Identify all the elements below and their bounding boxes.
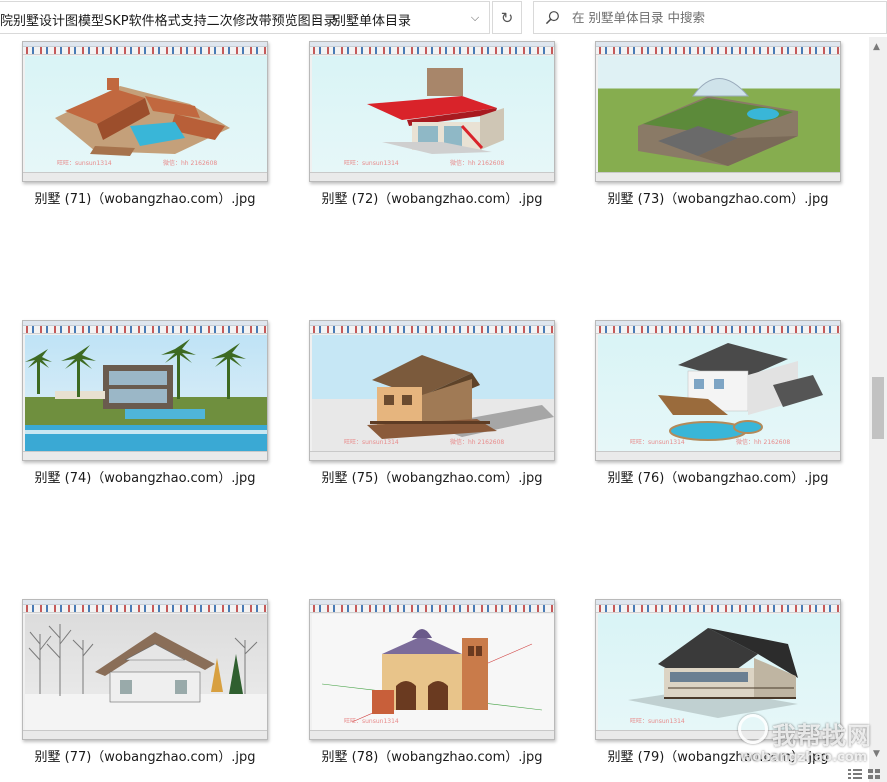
- file-grid: 旺旺：sunsun1314 微信：hh 2162608 别墅 (71)（woba…: [0, 37, 869, 782]
- villa-model-image: [638, 78, 798, 166]
- model-viewport: [598, 56, 840, 172]
- sketchup-statusbar: [23, 451, 267, 460]
- sketchup-toolbar: [596, 47, 840, 55]
- file-name-label[interactable]: 别墅 (72)（wobangzhao.com）.jpg: [287, 188, 577, 207]
- magnifier-logo-icon: [738, 714, 768, 744]
- search-box[interactable]: [533, 1, 887, 34]
- villa-model-image: [367, 68, 504, 154]
- thumbnail-watermark: 微信：hh 2162608: [163, 160, 218, 167]
- sketchup-toolbar: [310, 605, 554, 613]
- file-item-72[interactable]: 旺旺：sunsun1314 微信：hh 2162608 别墅 (72)（woba…: [287, 37, 555, 217]
- model-viewport: [312, 335, 554, 451]
- address-history-dropdown-icon[interactable]: ⌵: [461, 2, 489, 33]
- sketchup-statusbar: [310, 451, 554, 460]
- file-thumbnail[interactable]: 旺旺：sunsun1314 微信：hh 2162608: [595, 320, 841, 461]
- watermark-site-url: wobangzhao.com: [740, 750, 868, 765]
- thumbnail-watermark: 旺旺：sunsun1314: [57, 160, 112, 167]
- model-viewport: [25, 335, 267, 451]
- file-name-label[interactable]: 别墅 (75)（wobangzhao.com）.jpg: [287, 467, 577, 486]
- refresh-icon: ↻: [500, 8, 514, 27]
- thumbnail-watermark: 旺旺：sunsun1314: [344, 439, 399, 446]
- file-name-label[interactable]: 别墅 (71)（wobangzhao.com）.jpg: [0, 188, 290, 207]
- file-item-73[interactable]: 别墅 (73)（wobangzhao.com）.jpg: [573, 37, 841, 217]
- file-item-76[interactable]: 旺旺：sunsun1314 微信：hh 2162608 别墅 (76)（woba…: [573, 316, 841, 496]
- thumbnail-watermark: 旺旺：sunsun1314: [344, 160, 399, 167]
- file-name-label[interactable]: 别墅 (76)（wobangzhao.com）.jpg: [573, 467, 863, 486]
- file-thumbnail[interactable]: 旺旺：sunsun1314 微信：hh 2162608: [22, 41, 268, 182]
- search-input[interactable]: [572, 3, 872, 32]
- refresh-button[interactable]: ↻: [492, 1, 522, 34]
- sketchup-toolbar: [596, 605, 840, 613]
- file-thumbnail[interactable]: 旺旺：sunsun1314 微信：hh 2162608: [309, 41, 555, 182]
- model-viewport: [312, 614, 554, 730]
- file-item-74[interactable]: 别墅 (74)（wobangzhao.com）.jpg: [0, 316, 268, 496]
- file-thumbnail[interactable]: 旺旺：sunsun1314 微信：hh 2162608: [309, 320, 555, 461]
- breadcrumb-current-folder[interactable]: 别墅单体目录: [333, 10, 411, 29]
- sketchup-toolbar: [23, 605, 267, 613]
- model-viewport: [312, 56, 554, 172]
- villa-model-image: [321, 629, 543, 723]
- file-name-label[interactable]: 别墅 (73)（wobangzhao.com）.jpg: [573, 188, 863, 207]
- thumbnail-watermark: 旺旺：sunsun1314: [344, 718, 399, 725]
- sketchup-toolbar: [310, 326, 554, 334]
- sketchup-toolbar: [23, 47, 267, 55]
- model-viewport: [598, 335, 840, 451]
- file-thumbnail[interactable]: [22, 320, 268, 461]
- sketchup-toolbar: [310, 47, 554, 55]
- sketchup-statusbar: [310, 730, 554, 739]
- model-viewport: [25, 614, 267, 730]
- search-icon: [545, 11, 559, 25]
- scrollbar-thumb[interactable]: [872, 377, 884, 439]
- file-item-71[interactable]: 旺旺：sunsun1314 微信：hh 2162608 别墅 (71)（woba…: [0, 37, 268, 217]
- sketchup-statusbar: [596, 172, 840, 181]
- file-name-label[interactable]: 别墅 (77)（wobangzhao.com）.jpg: [0, 746, 290, 765]
- vertical-scrollbar[interactable]: ▲ ▼: [869, 37, 887, 782]
- watermark-site-name: 我帮找网: [772, 722, 872, 750]
- file-thumbnail[interactable]: 旺旺：sunsun1314: [309, 599, 555, 740]
- sketchup-statusbar: [23, 172, 267, 181]
- file-name-label[interactable]: 别墅 (74)（wobangzhao.com）.jpg: [0, 467, 290, 486]
- file-thumbnail[interactable]: [22, 599, 268, 740]
- sketchup-statusbar: [23, 730, 267, 739]
- view-mode-icons[interactable]: [846, 766, 884, 780]
- sketchup-toolbar: [596, 326, 840, 334]
- file-item-75[interactable]: 旺旺：sunsun1314 微信：hh 2162608 别墅 (75)（woba…: [287, 316, 555, 496]
- file-item-77[interactable]: 别墅 (77)（wobangzhao.com）.jpg: [0, 595, 268, 775]
- scroll-up-arrow-icon[interactable]: ▲: [873, 42, 880, 52]
- thumbnail-watermark: 微信：hh 2162608: [450, 160, 505, 167]
- thumbnail-watermark: 微信：hh 2162608: [450, 439, 505, 446]
- sketchup-toolbar: [23, 326, 267, 334]
- villa-model-image: [25, 624, 267, 730]
- villa-model-image: [55, 78, 230, 156]
- model-viewport: [25, 56, 267, 172]
- villa-model-image: [658, 343, 823, 441]
- file-item-78[interactable]: 旺旺：sunsun1314 别墅 (78)（wobangzhao.com）.jp…: [287, 595, 555, 775]
- file-name-label[interactable]: 别墅 (78)（wobangzhao.com）.jpg: [287, 746, 577, 765]
- breadcrumb-separator-icon[interactable]: ›: [314, 11, 318, 24]
- explorer-address-row: 院别墅设计图模型SKP软件格式支持二次修改带预览图目录 › 别墅单体目录 ⌵ ↻: [0, 0, 887, 37]
- breadcrumb-parent-folder[interactable]: 院别墅设计图模型SKP软件格式支持二次修改带预览图目录: [0, 10, 337, 29]
- address-bar[interactable]: 院别墅设计图模型SKP软件格式支持二次修改带预览图目录 › 别墅单体目录 ⌵: [0, 1, 490, 34]
- file-thumbnail[interactable]: [595, 41, 841, 182]
- sketchup-statusbar: [596, 451, 840, 460]
- thumbnail-watermark: 旺旺：sunsun1314: [630, 718, 685, 725]
- villa-model-image: [25, 339, 267, 451]
- sketchup-statusbar: [310, 172, 554, 181]
- thumbnail-watermark: 旺旺：sunsun1314: [630, 439, 685, 446]
- villa-model-image: [367, 355, 554, 439]
- thumbnail-watermark: 微信：hh 2162608: [736, 439, 791, 446]
